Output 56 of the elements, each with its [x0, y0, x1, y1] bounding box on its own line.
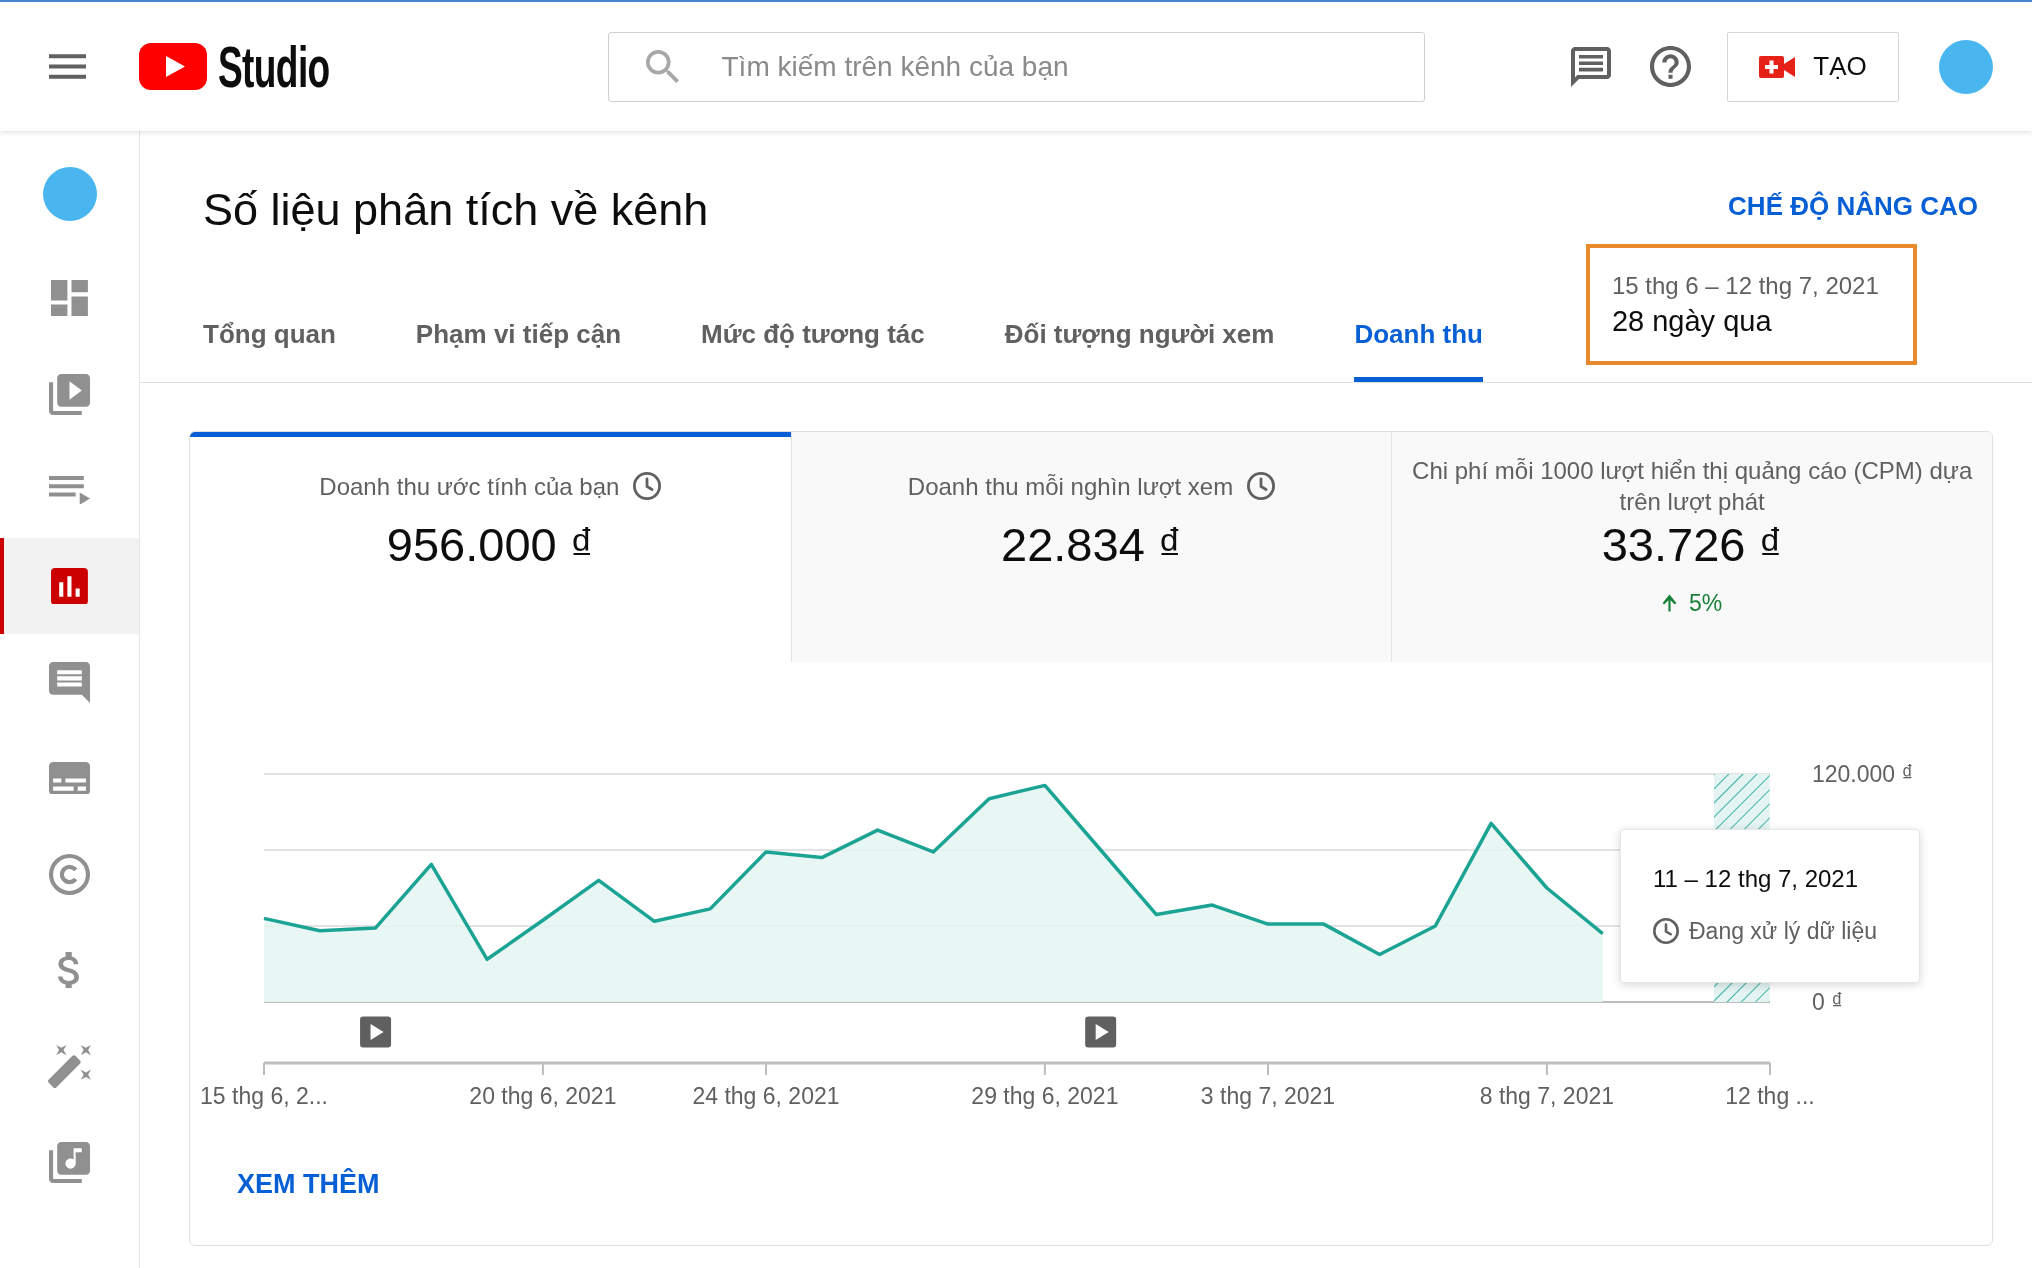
metric-value: 22.834 ₫ [1001, 518, 1182, 572]
metric-label: Doanh thu ước tính của bạn [319, 471, 620, 502]
bar-chart-icon[interactable] [51, 567, 88, 605]
video-camera-plus-icon [1759, 55, 1796, 78]
period-label: 28 ngày qua [1611, 304, 1772, 339]
metric-value: 956.000 ₫ [386, 518, 594, 572]
play-icon[interactable] [1085, 1016, 1117, 1048]
date-range-selector[interactable]: 15 thg 6 – 12 thg 7, 2021 28 ngày qua [1585, 244, 1917, 365]
advanced-mode-link[interactable]: CHẾ ĐỘ NÂNG CAO [1728, 190, 1978, 222]
x-axis-label: 12 thg ... [1725, 1083, 1815, 1109]
nav-item[interactable] [0, 538, 139, 634]
play-icon[interactable] [360, 1016, 392, 1048]
y-axis-label: 120.000 ₫ [1812, 761, 1914, 787]
copyright-icon[interactable] [49, 853, 90, 895]
y-axis-label: 0 ₫ [1812, 989, 1843, 1015]
tooltip-status: Đang xử lý dữ liệu [1689, 917, 1878, 946]
account-avatar[interactable] [1939, 39, 1993, 94]
create-button[interactable]: TẠO [1727, 31, 1899, 102]
search-field[interactable]: Tìm kiếm trên kênh của bạn [607, 31, 1425, 102]
x-axis-label: 8 thg 7, 2021 [1479, 1083, 1615, 1109]
logo-text[interactable]: Studio [218, 36, 330, 97]
metric-label: Doanh thu mỗi nghìn lượt xem [907, 471, 1234, 502]
tab[interactable]: Phạm vi tiếp cận [415, 318, 622, 382]
date-range-text: 15 thg 6 – 12 thg 7, 2021 [1611, 271, 1879, 301]
change-percent: 5% [1689, 589, 1723, 618]
music-library-icon[interactable] [49, 1141, 90, 1183]
x-axis-label: 20 thg 6, 2021 [469, 1083, 617, 1109]
tab[interactable]: Doanh thu [1354, 318, 1483, 382]
x-axis-label: 15 thg 6, 2... [200, 1083, 328, 1109]
search-icon [645, 49, 680, 84]
feedback-icon[interactable] [1571, 46, 1611, 87]
video-library-icon[interactable] [49, 373, 90, 415]
tab[interactable]: Mức độ tương tác [701, 318, 925, 382]
clock-icon [1653, 918, 1679, 944]
metric-tab[interactable]: Doanh thu mỗi nghìn lượt xem 22.834 ₫ [790, 432, 1392, 662]
subtitles-icon[interactable] [49, 761, 90, 795]
comment-icon[interactable] [49, 661, 90, 703]
tab[interactable]: Tổng quan [203, 318, 336, 382]
playlist-icon[interactable] [49, 475, 90, 505]
help-icon[interactable] [1650, 46, 1691, 87]
x-axis-label: 3 thg 7, 2021 [1200, 1083, 1336, 1109]
dollar-icon[interactable] [57, 951, 82, 989]
tooltip-date: 11 – 12 thg 7, 2021 [1653, 864, 1859, 894]
play-logo-icon[interactable] [139, 43, 207, 90]
page-title: Số liệu phân tích về kênh [203, 183, 709, 237]
menu-icon[interactable] [49, 54, 86, 79]
channel-avatar[interactable] [42, 167, 97, 221]
x-axis-label: 24 thg 6, 2021 [692, 1083, 840, 1109]
x-axis-label: 29 thg 6, 2021 [971, 1083, 1119, 1109]
magic-wand-icon[interactable] [48, 1044, 91, 1088]
tab[interactable]: Đối tượng người xem [1004, 318, 1275, 382]
see-more-link[interactable]: XEM THÊM [237, 1168, 380, 1200]
metric-value: 33.726 ₫ [1601, 518, 1783, 572]
metric-tab[interactable]: Chi phí mỗi 1000 lượt hiển thị quảng cáo (CPM) dựa trên lượt phát 33.726 ₫ 5% [1391, 432, 1992, 662]
metric-label: Chi phí mỗi 1000 lượt hiển thị quảng cáo (CPM) dựa trên lượt phát [1411, 456, 1974, 517]
dashboard-icon[interactable] [51, 279, 88, 317]
